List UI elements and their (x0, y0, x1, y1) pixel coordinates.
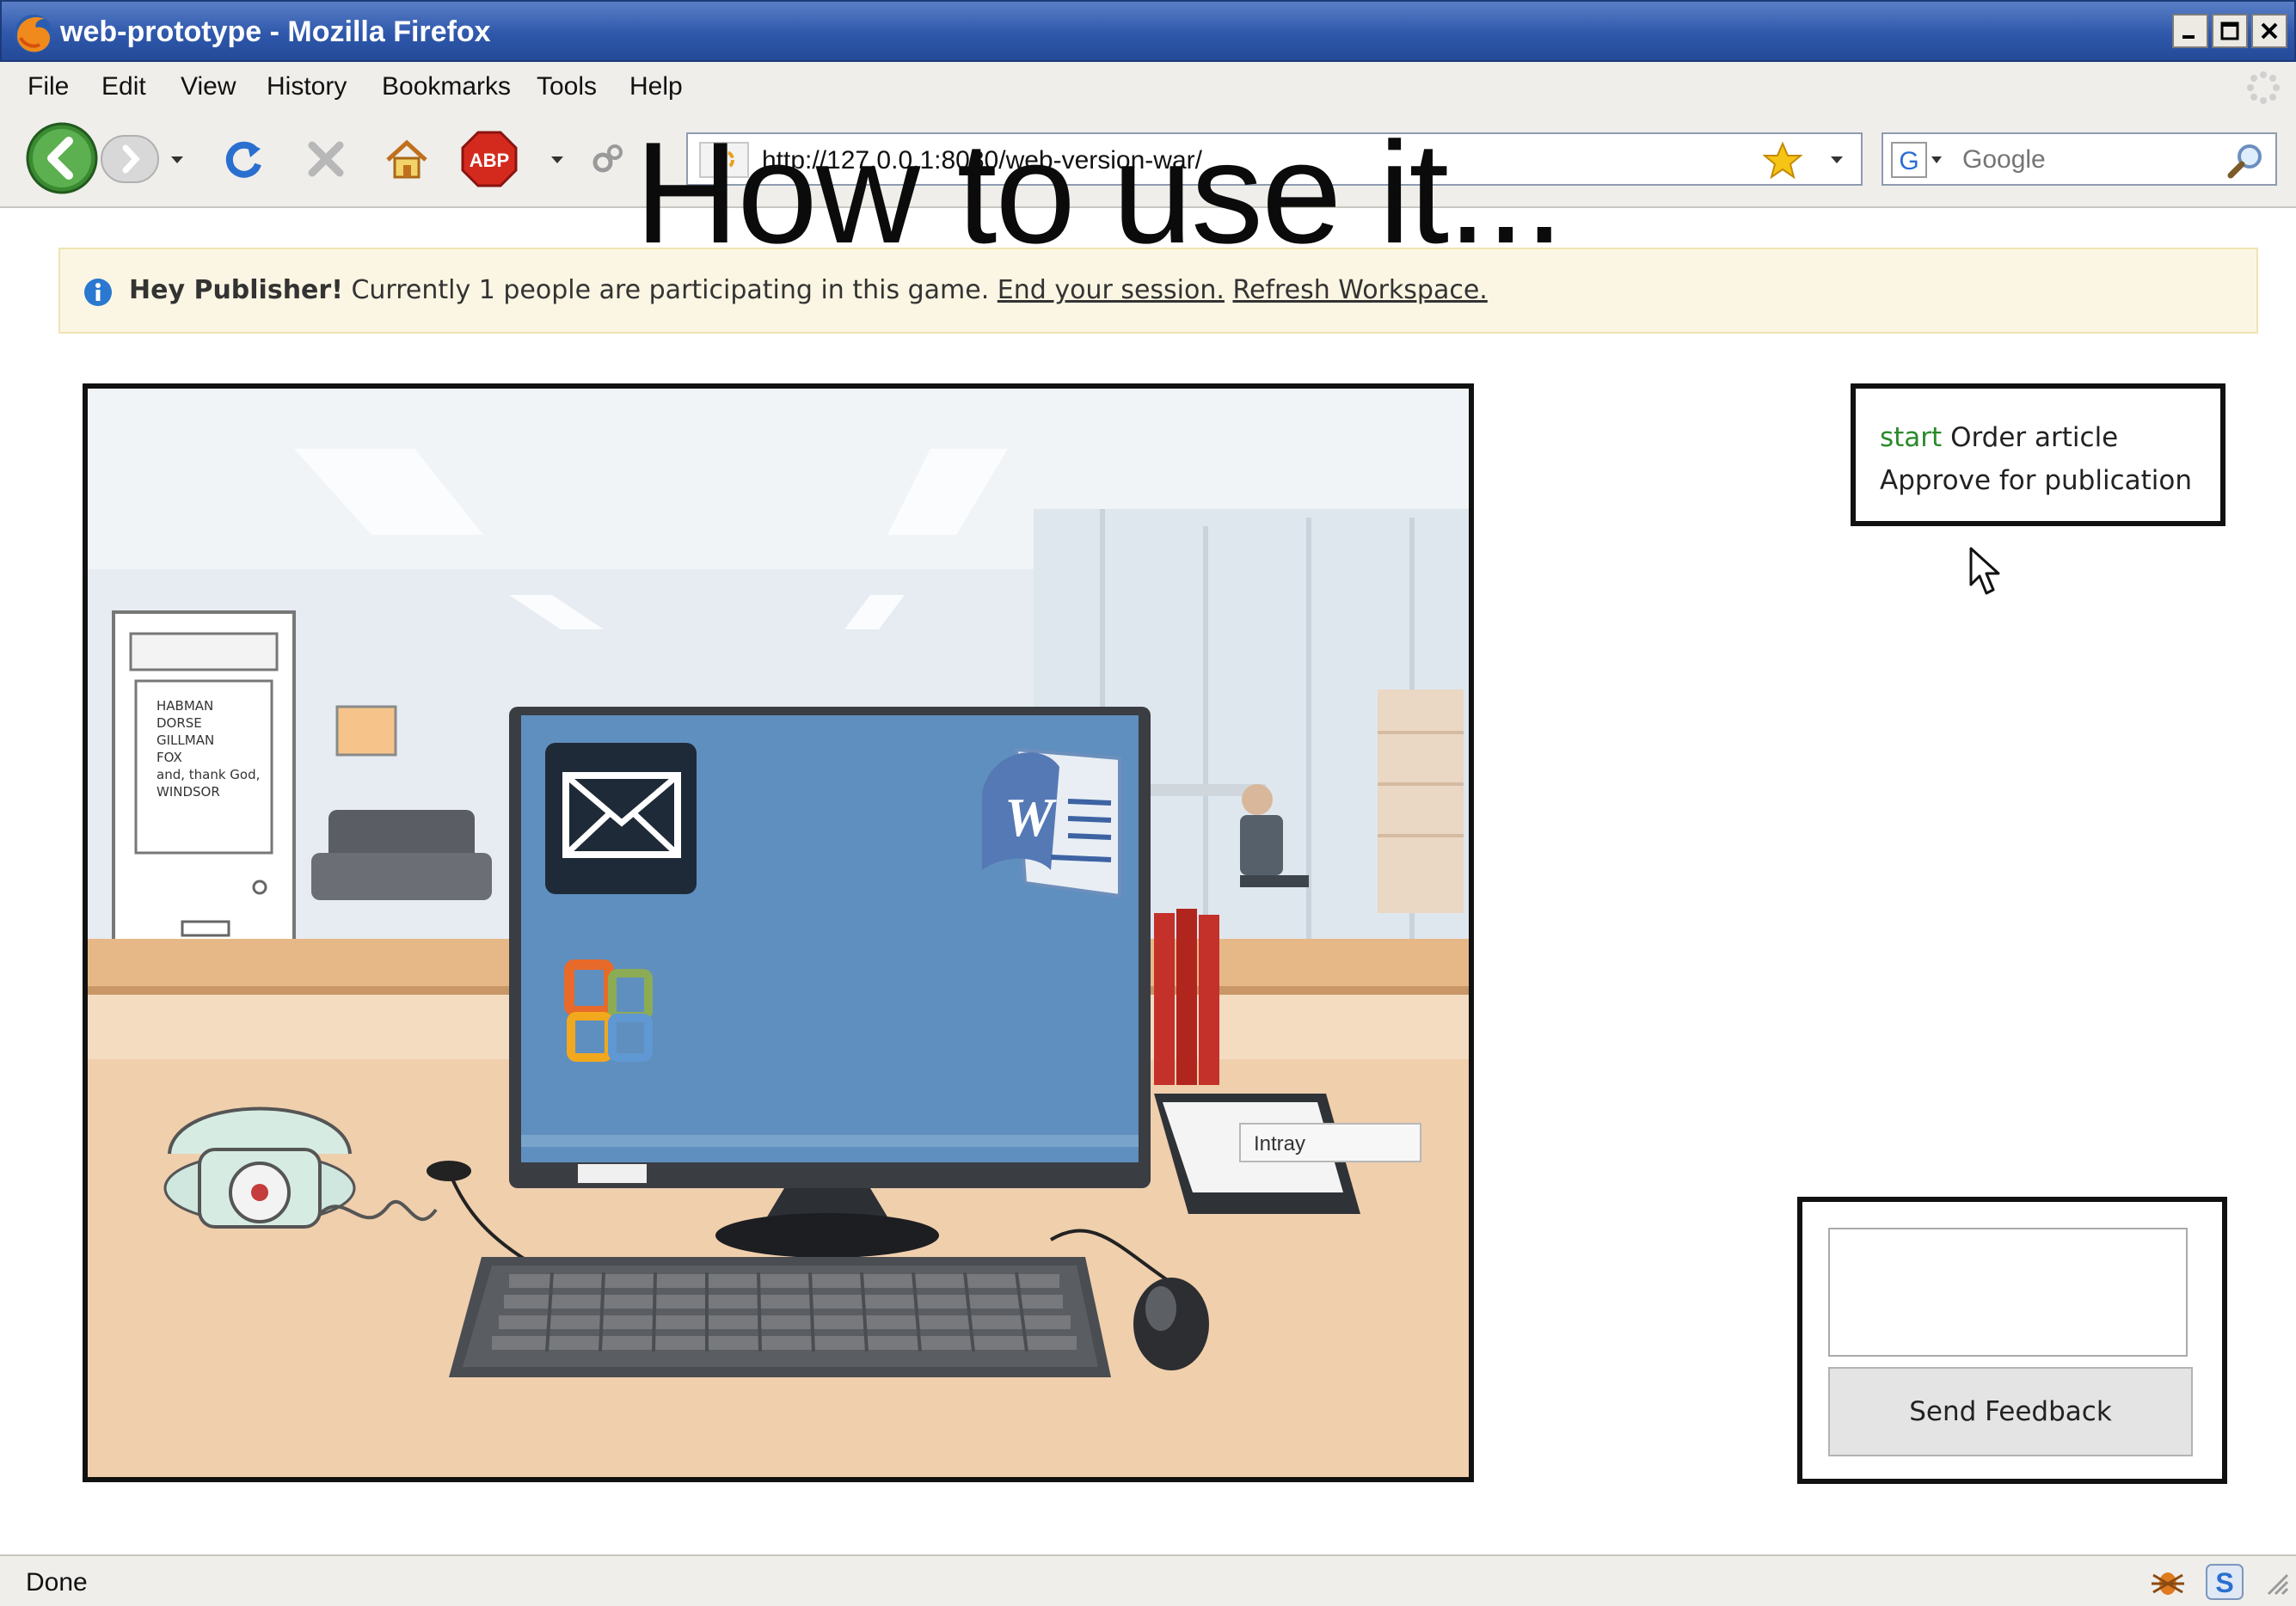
send-feedback-button[interactable]: Send Feedback (1828, 1367, 2193, 1456)
forward-button[interactable] (100, 132, 160, 186)
refresh-workspace-link[interactable]: Refresh Workspace. (1232, 275, 1487, 305)
task-order-article[interactable]: start Order article (1880, 416, 2220, 459)
menu-bookmarks[interactable]: Bookmarks (382, 72, 511, 101)
mouse-cursor-icon (1969, 547, 2000, 595)
door-name-5: and, thank God, (157, 767, 260, 782)
extension-button[interactable] (588, 139, 628, 179)
adblock-dropdown[interactable] (545, 148, 569, 172)
search-input[interactable] (1962, 143, 2220, 177)
maximize-icon (2220, 21, 2239, 40)
gears-icon (592, 144, 623, 173)
back-button[interactable] (24, 120, 100, 196)
door-name-1: HABMAN (157, 698, 213, 714)
history-dropdown[interactable] (165, 148, 189, 172)
menu-edit[interactable]: Edit (101, 72, 146, 101)
task-label-order: Order article (1950, 422, 2119, 453)
firebug-icon[interactable] (2148, 1563, 2188, 1601)
menu-tools[interactable]: Tools (537, 72, 597, 101)
info-icon (84, 279, 112, 306)
reload-icon (225, 141, 261, 178)
overlay-heading: How to use it... (635, 112, 1564, 273)
notice-line: Hey Publisher! Currently 1 people are pa… (129, 275, 1488, 305)
office-scene: HABMAN DORSE GILLMAN FOX and, thank God,… (83, 383, 1474, 1482)
feedback-input[interactable] (1828, 1228, 2188, 1357)
door-name-2: DORSE (157, 715, 202, 731)
feedback-panel: Send Feedback (1797, 1197, 2227, 1484)
window-title: web-prototype - Mozilla Firefox (60, 15, 491, 48)
task-approve-publication[interactable]: Approve for publication (1880, 459, 2220, 502)
stop-icon (308, 141, 344, 177)
adblock-icon: ABP (461, 131, 518, 187)
adblock-button[interactable]: ABP (459, 129, 519, 189)
url-dropdown-icon[interactable] (1828, 151, 1845, 169)
task-list: start Order article Approve for publicat… (1851, 383, 2225, 526)
door-name-4: FOX (157, 750, 182, 765)
office-illustration: HABMAN DORSE GILLMAN FOX and, thank God,… (88, 389, 1469, 1477)
window-titlebar: web-prototype - Mozilla Firefox (0, 0, 2296, 62)
mail-app-icon[interactable] (545, 743, 697, 894)
status-bar: Done S (0, 1554, 2296, 1606)
minimize-button[interactable] (2172, 14, 2208, 48)
skype-icon[interactable]: S (2205, 1563, 2244, 1601)
adblock-label: ABP (470, 150, 509, 171)
google-engine-icon[interactable]: G (1890, 141, 1945, 179)
throbber-icon (2247, 71, 2280, 104)
forward-arrow-icon (101, 135, 159, 183)
task-label-approve: Approve for publication (1880, 465, 2192, 496)
svg-text:S: S (2215, 1567, 2233, 1598)
firefox-logo-icon (15, 15, 52, 52)
notice-message: Currently 1 people are participating in … (351, 275, 990, 305)
stop-button[interactable] (299, 132, 353, 186)
chevron-down-icon (171, 156, 183, 163)
resize-grip-icon[interactable] (2262, 1568, 2289, 1596)
back-arrow-icon (26, 122, 98, 194)
task-start-link[interactable]: start (1880, 422, 1942, 453)
menu-help[interactable]: Help (629, 72, 683, 101)
menu-file[interactable]: File (28, 72, 69, 101)
menu-view[interactable]: View (181, 72, 236, 101)
bookmark-star-icon[interactable] (1763, 141, 1802, 181)
door-name-6: WINDSOR (157, 784, 220, 800)
svg-text:G: G (1899, 147, 1918, 175)
home-button[interactable] (380, 132, 433, 186)
page-content: Hey Publisher! Currently 1 people are pa… (10, 210, 2286, 1554)
home-icon (386, 139, 427, 179)
status-text: Done (26, 1568, 88, 1597)
chevron-down-icon (551, 156, 563, 163)
word-letter: W (1004, 787, 1057, 848)
search-icon[interactable] (2225, 141, 2267, 181)
menu-bar: File Edit View History Bookmarks Tools H… (0, 62, 2296, 113)
close-button[interactable] (2251, 14, 2287, 48)
door-name-3: GILLMAN (157, 733, 214, 748)
menu-history[interactable]: History (267, 72, 347, 101)
close-icon (2261, 22, 2278, 40)
maximize-button[interactable] (2212, 14, 2248, 48)
reload-button[interactable] (217, 132, 270, 186)
intray-label: Intray (1254, 1132, 1305, 1155)
search-bar[interactable]: G (1882, 132, 2277, 186)
notice-greeting: Hey Publisher! (129, 275, 343, 305)
end-session-link[interactable]: End your session. (998, 275, 1225, 305)
minimize-icon (2182, 35, 2195, 39)
